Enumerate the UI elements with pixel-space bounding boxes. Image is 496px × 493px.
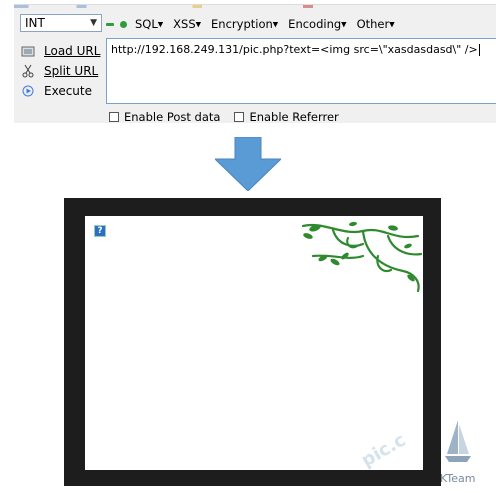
- enable-referrer-checkbox[interactable]: Enable Referrer: [234, 110, 339, 124]
- menu-sql[interactable]: SQL▼: [135, 17, 163, 31]
- split-url-label: Split URL: [44, 64, 99, 78]
- decrease-icon[interactable]: [106, 22, 114, 26]
- toolbar-top-strip: [14, 5, 496, 8]
- execute-icon: [20, 84, 36, 98]
- menu-other-label: Other: [356, 17, 390, 31]
- menu-encryption-label: Encryption: [211, 17, 273, 31]
- enable-post-box[interactable]: [109, 112, 119, 122]
- watermark-team-text: KTeam: [440, 472, 476, 485]
- broken-image-icon: ?: [94, 225, 106, 237]
- menu-xss[interactable]: XSS▼: [173, 17, 201, 31]
- enable-referrer-box[interactable]: [234, 112, 245, 122]
- menu-encryption[interactable]: Encryption▼: [211, 17, 278, 31]
- hackbar-menubar: SQL▼ XSS▼ Encryption▼ Encoding▼ Other▼: [106, 15, 401, 33]
- vine-decoration: [301, 221, 423, 293]
- enable-post-label: Enable Post data: [124, 110, 221, 124]
- menu-other[interactable]: Other▼: [357, 17, 395, 31]
- menu-encoding-label: Encoding: [288, 17, 342, 31]
- load-url-icon: [20, 44, 36, 58]
- increase-icon[interactable]: [120, 20, 127, 28]
- chevron-down-icon: ▼: [90, 18, 97, 28]
- url-value: http://192.168.249.131/pic.php?text=<img…: [111, 43, 478, 56]
- side-actions: Load URL Split URL Execute: [20, 41, 106, 101]
- down-arrow-icon: [215, 137, 281, 191]
- menu-encoding[interactable]: Encoding▼: [288, 17, 346, 31]
- enable-referrer-label: Enable Referrer: [249, 110, 339, 124]
- split-url-button[interactable]: Split URL: [20, 61, 106, 81]
- options-row: Enable Post data Enable Referrer: [109, 110, 339, 124]
- url-textarea[interactable]: http://192.168.249.131/pic.php?text=<img…: [106, 38, 496, 104]
- hackbar-toolbar: INT ▼ SQL▼ XSS▼ Encryption▼ Encoding▼ Ot…: [14, 4, 496, 124]
- enable-post-checkbox[interactable]: Enable Post data: [109, 110, 220, 124]
- load-url-button[interactable]: Load URL: [20, 41, 106, 61]
- execute-button[interactable]: Execute: [20, 81, 106, 101]
- text-caret: [478, 44, 480, 56]
- execute-label: Execute: [44, 84, 92, 98]
- menu-sql-label: SQL: [135, 17, 158, 31]
- split-url-icon: [20, 64, 36, 78]
- sql-type-value: INT: [25, 16, 45, 30]
- sql-type-select[interactable]: INT ▼: [20, 14, 102, 32]
- watermark-sail-icon: [445, 420, 471, 462]
- menu-xss-label: XSS: [173, 17, 196, 31]
- load-url-label: Load URL: [44, 44, 101, 58]
- result-canvas: ?: [85, 216, 423, 470]
